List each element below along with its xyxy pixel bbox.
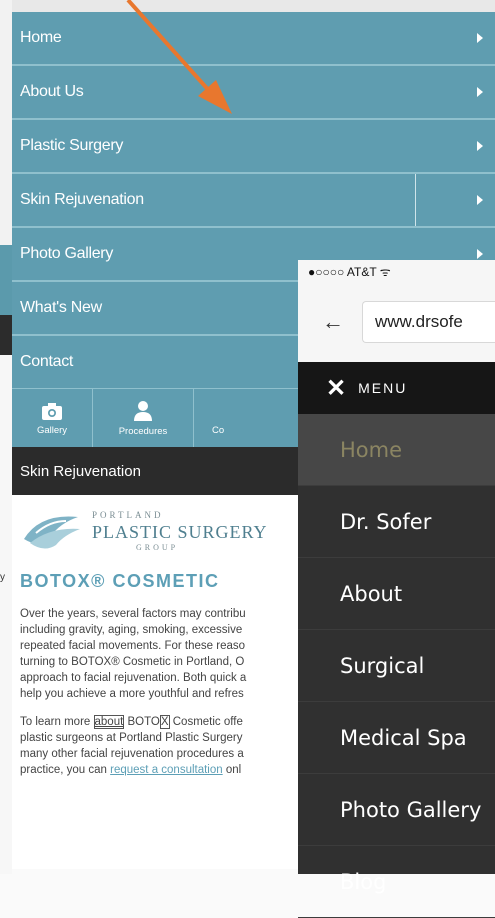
paragraph-line: Over the years, several factors may cont… xyxy=(20,608,246,620)
old-menu-item-home[interactable]: Home xyxy=(12,12,495,66)
paragraph-text: onl xyxy=(222,764,242,776)
logo-line-2: PLASTIC SURGERY xyxy=(92,522,268,542)
menu-item-label: Home xyxy=(20,29,62,46)
paragraph-line: approach to facial rejuvenation. Both qu… xyxy=(20,672,247,684)
paragraph-line: repeated facial movements. For these rea… xyxy=(20,640,246,652)
person-icon xyxy=(134,400,152,421)
boxed-text: X xyxy=(159,715,170,729)
paragraph-text: Cosmetic offe xyxy=(169,716,243,728)
nav-item-blog[interactable]: Blog xyxy=(298,846,495,918)
ios-status-bar: ●○○○○ AT&T ᯤ xyxy=(298,260,495,282)
procedures-label: Procedures xyxy=(118,425,168,437)
back-arrow-icon[interactable]: ← xyxy=(322,309,344,335)
old-menu-item-about-us[interactable]: About Us xyxy=(12,66,495,120)
background-left-light xyxy=(0,355,12,874)
nav-item-dr-sofer[interactable]: Dr. Sofer xyxy=(298,486,495,558)
url-field[interactable]: www.drsofe xyxy=(362,301,495,343)
nav-item-photo-gallery[interactable]: Photo Gallery xyxy=(298,774,495,846)
nav-item-medical-spa[interactable]: Medical Spa xyxy=(298,702,495,774)
new-mobile-site: ●○○○○ AT&T ᯤ ← www.drsofe ✕ MENU Home Dr… xyxy=(298,260,495,918)
cta-paragraph: To learn more about BOTOX Cosmetic offe … xyxy=(20,714,320,778)
background-left-blue xyxy=(0,245,12,315)
gallery-button[interactable]: Gallery xyxy=(12,389,93,447)
paragraph-line: turning to BOTOX® Cosmetic in Portland, … xyxy=(20,656,245,668)
logo-line-3: GROUP xyxy=(136,543,179,552)
menu-item-label: Skin Rejuvenation xyxy=(20,191,144,208)
caret-right-icon xyxy=(477,195,483,205)
paragraph-line: plastic surgeons at Portland Plastic Sur… xyxy=(20,732,243,744)
paragraph-text: BOTO xyxy=(124,716,160,728)
caret-right-icon xyxy=(477,87,483,97)
caret-right-icon xyxy=(477,249,483,259)
menu-item-label: Photo Gallery xyxy=(20,245,114,262)
browser-url-bar: ← www.drsofe xyxy=(298,282,495,362)
close-icon[interactable]: ✕ xyxy=(326,374,346,403)
contact-button[interactable]: Co xyxy=(194,389,258,447)
submenu-toggle-box[interactable] xyxy=(415,174,495,226)
nav-item-home[interactable]: Home xyxy=(298,414,495,486)
menu-item-label: Plastic Surgery xyxy=(20,137,124,154)
stray-text: y xyxy=(0,572,5,583)
nav-item-about[interactable]: About xyxy=(298,558,495,630)
contact-label: Co xyxy=(212,424,225,436)
paragraph-line: many other facial rejuvenation procedure… xyxy=(20,748,244,760)
paragraph-line: including gravity, aging, smoking, exces… xyxy=(20,624,243,636)
menu-header: ✕ MENU xyxy=(298,362,495,414)
paragraph-text: practice, you can xyxy=(20,764,111,776)
intro-paragraph: Over the years, several factors may cont… xyxy=(20,606,320,702)
background-left-dark xyxy=(0,315,12,355)
logo-mark-icon xyxy=(24,516,80,549)
caret-right-icon xyxy=(477,33,483,43)
old-menu-item-skin-rejuvenation[interactable]: Skin Rejuvenation xyxy=(12,174,495,228)
paragraph-line: help you achieve a more youthful and ref… xyxy=(20,688,244,700)
request-consultation-link[interactable]: request a consultation xyxy=(110,764,223,776)
caret-right-icon xyxy=(477,141,483,151)
about-link[interactable]: about xyxy=(93,715,125,729)
paragraph-text: To learn more xyxy=(20,716,94,728)
old-menu-item-plastic-surgery[interactable]: Plastic Surgery xyxy=(12,120,495,174)
menu-title: MENU xyxy=(358,380,408,396)
menu-item-label: About Us xyxy=(20,83,84,100)
menu-item-label: What's New xyxy=(20,299,102,316)
logo-line-1: PORTLAND xyxy=(92,510,164,520)
gallery-label: Gallery xyxy=(36,424,68,436)
menu-item-label: Contact xyxy=(20,353,74,370)
camera-icon xyxy=(42,402,62,420)
old-site-top-strip xyxy=(12,0,495,12)
background-left-top xyxy=(0,0,12,245)
procedures-button[interactable]: Procedures xyxy=(93,389,194,447)
nav-item-surgical[interactable]: Surgical xyxy=(298,630,495,702)
